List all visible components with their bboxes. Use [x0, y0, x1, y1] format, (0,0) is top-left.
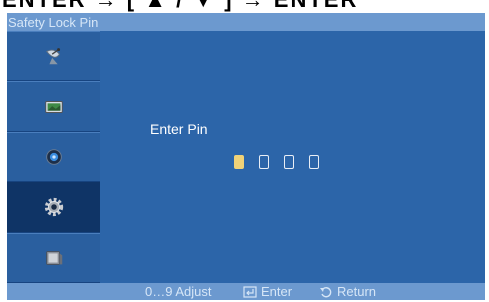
- pin-digit-3[interactable]: [284, 155, 294, 169]
- osd-window: Safety Lock Pin Enter Pin 0…9 Adjust Ent…: [7, 13, 485, 300]
- satellite-dish-icon: [45, 48, 60, 65]
- return-hint-label: Return: [337, 284, 377, 299]
- banner-text: ENTER → [ ▲ / ▼ ] → ENTER: [2, 0, 358, 12]
- adjust-hint-label: 0…9 Adjust: [145, 284, 212, 299]
- pin-digit-1[interactable]: [234, 155, 244, 169]
- enter-icon: [243, 285, 257, 298]
- pin-digit-2[interactable]: [259, 155, 269, 169]
- sidebar-item-multi-control[interactable]: [7, 232, 100, 283]
- top-instruction-banner: ENTER → [ ▲ / ▼ ] → ENTER: [0, 0, 489, 12]
- pin-input-group[interactable]: [234, 155, 319, 169]
- sidebar: [7, 31, 100, 283]
- adjust-hint: 0…9 Adjust: [145, 284, 212, 299]
- enter-hint[interactable]: Enter: [243, 284, 292, 299]
- footer-bar: 0…9 Adjust Enter Return: [7, 283, 485, 300]
- window-title: Safety Lock Pin: [8, 15, 99, 30]
- picture-icon: [44, 100, 63, 113]
- enter-hint-label: Enter: [261, 284, 293, 299]
- pin-entry-panel: Enter Pin: [100, 31, 485, 283]
- pin-digit-4[interactable]: [309, 155, 319, 169]
- multi-control-icon: [45, 250, 62, 265]
- return-icon: [320, 286, 332, 297]
- setup-gear-icon: [44, 198, 63, 217]
- title-bar: Safety Lock Pin: [7, 13, 485, 31]
- sidebar-item-sound[interactable]: [7, 131, 100, 183]
- sidebar-item-picture[interactable]: [7, 81, 100, 132]
- return-hint[interactable]: Return: [319, 284, 376, 299]
- sidebar-item-setup[interactable]: [7, 182, 100, 233]
- sidebar-item-input[interactable]: [7, 31, 100, 82]
- enter-pin-label: Enter Pin: [150, 121, 208, 137]
- sound-icon: [45, 149, 62, 165]
